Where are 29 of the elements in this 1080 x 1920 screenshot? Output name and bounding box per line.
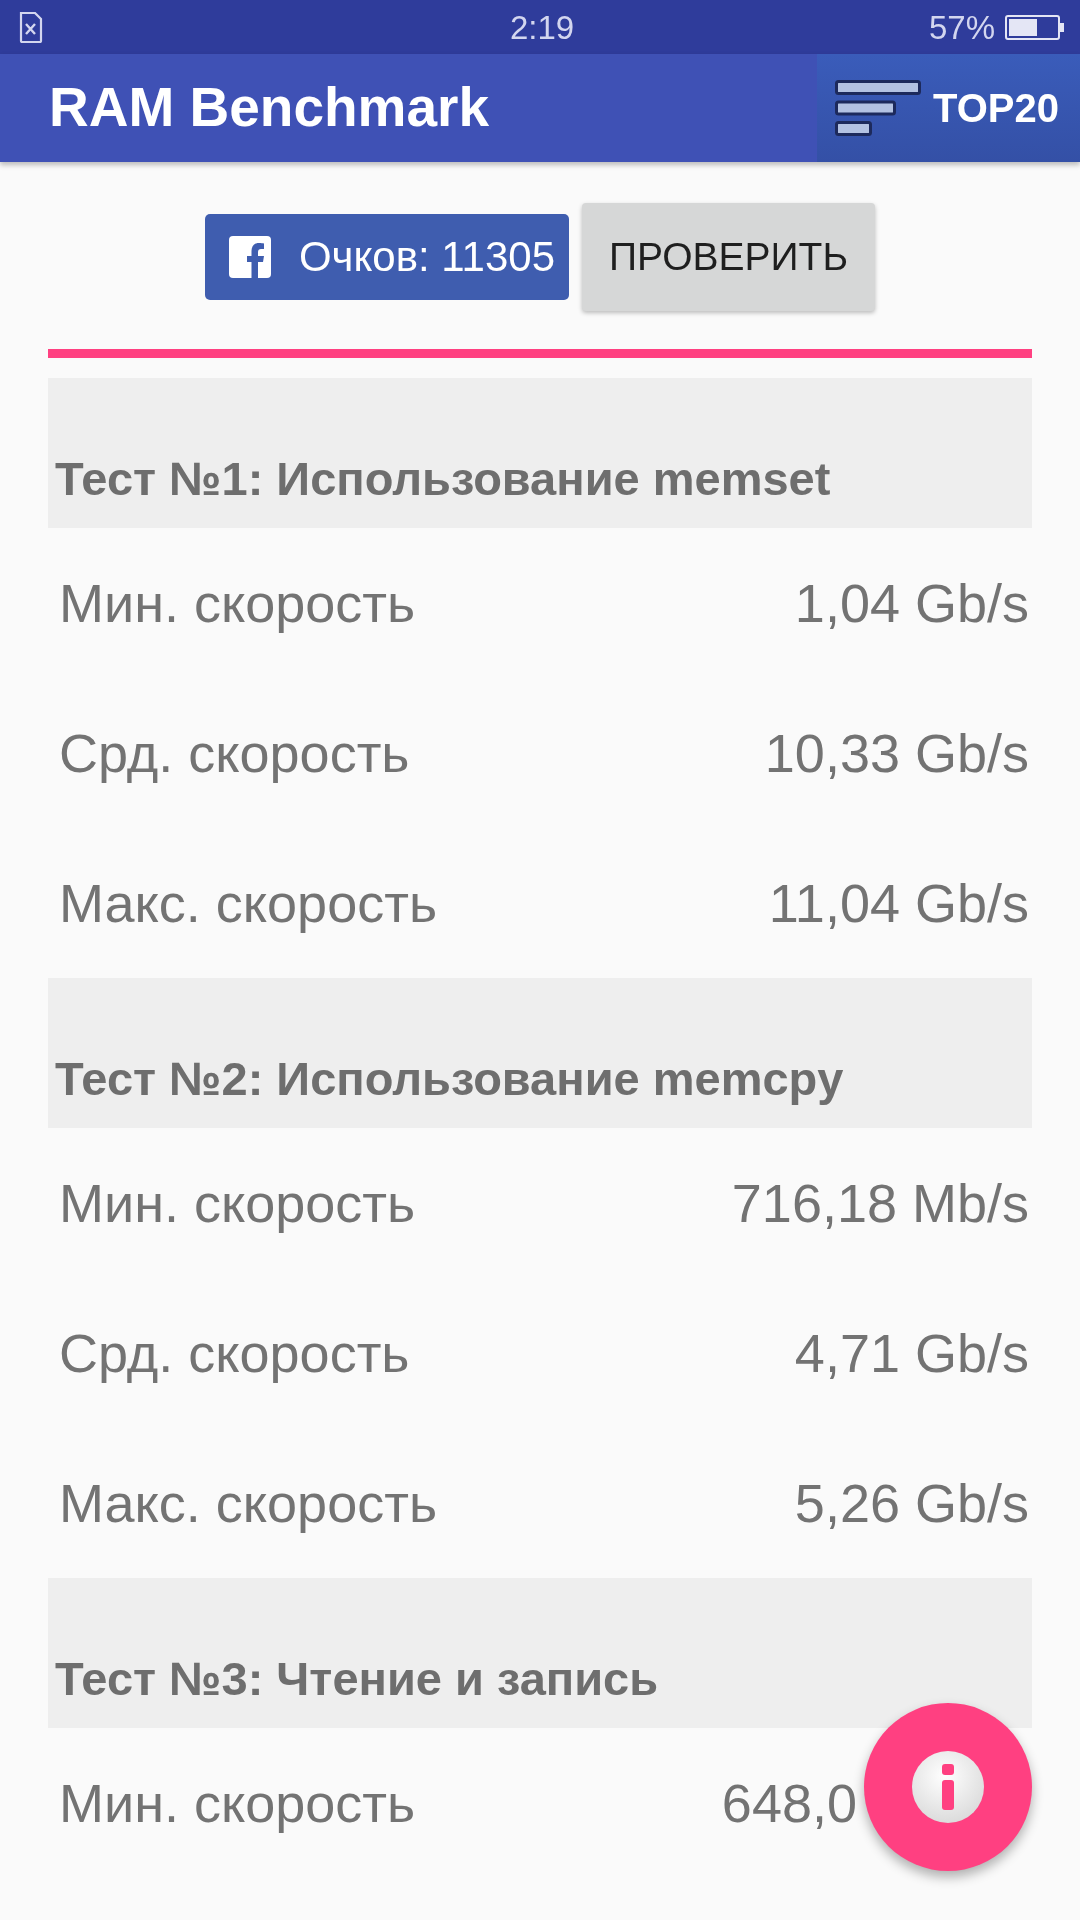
section-header: Тест №3: Чтение и запись [48,1578,1032,1728]
battery-percent: 57% [928,10,995,44]
metric-value: 10,33 Gb/s [764,721,1029,785]
no-sim-icon [19,11,43,43]
metric-label: Мин. скорость [59,1771,416,1835]
metric-label: Срд. скорость [59,1321,410,1385]
metric-label: Мин. скорость [59,1171,416,1235]
metric-value: 1,04 Gb/s [794,571,1029,635]
top20-button[interactable]: TOP20 [817,54,1080,162]
metric-label: Макс. скорость [59,871,438,935]
status-time: 2:19 [509,10,575,44]
section-header: Тест №1: Использование memset [48,378,1032,528]
check-button[interactable]: ПРОВЕРИТЬ [582,203,876,311]
metric-value: 5,26 Gb/s [794,1471,1029,1535]
metric-label: Мин. скорость [59,571,416,635]
info-icon [912,1751,984,1823]
metric-value: 11,04 Gb/s [768,871,1029,935]
metric-value: 716,18 Mb/s [731,1171,1029,1235]
metric-value: 4,71 Gb/s [794,1321,1029,1385]
info-fab-button[interactable] [864,1703,1032,1871]
battery-icon [1005,14,1065,40]
sort-bars-icon [835,80,921,136]
section-header: Тест №2: Использование memcpy [48,978,1032,1128]
facebook-score-button[interactable]: Очков: 11305 [204,214,570,300]
metric-label: Макс. скорость [59,1471,438,1535]
metric-value: 648,0 [721,1771,857,1835]
app-title: RAM Benchmark [49,76,490,140]
metric-label: Срд. скорость [59,721,410,785]
facebook-icon [228,236,271,278]
